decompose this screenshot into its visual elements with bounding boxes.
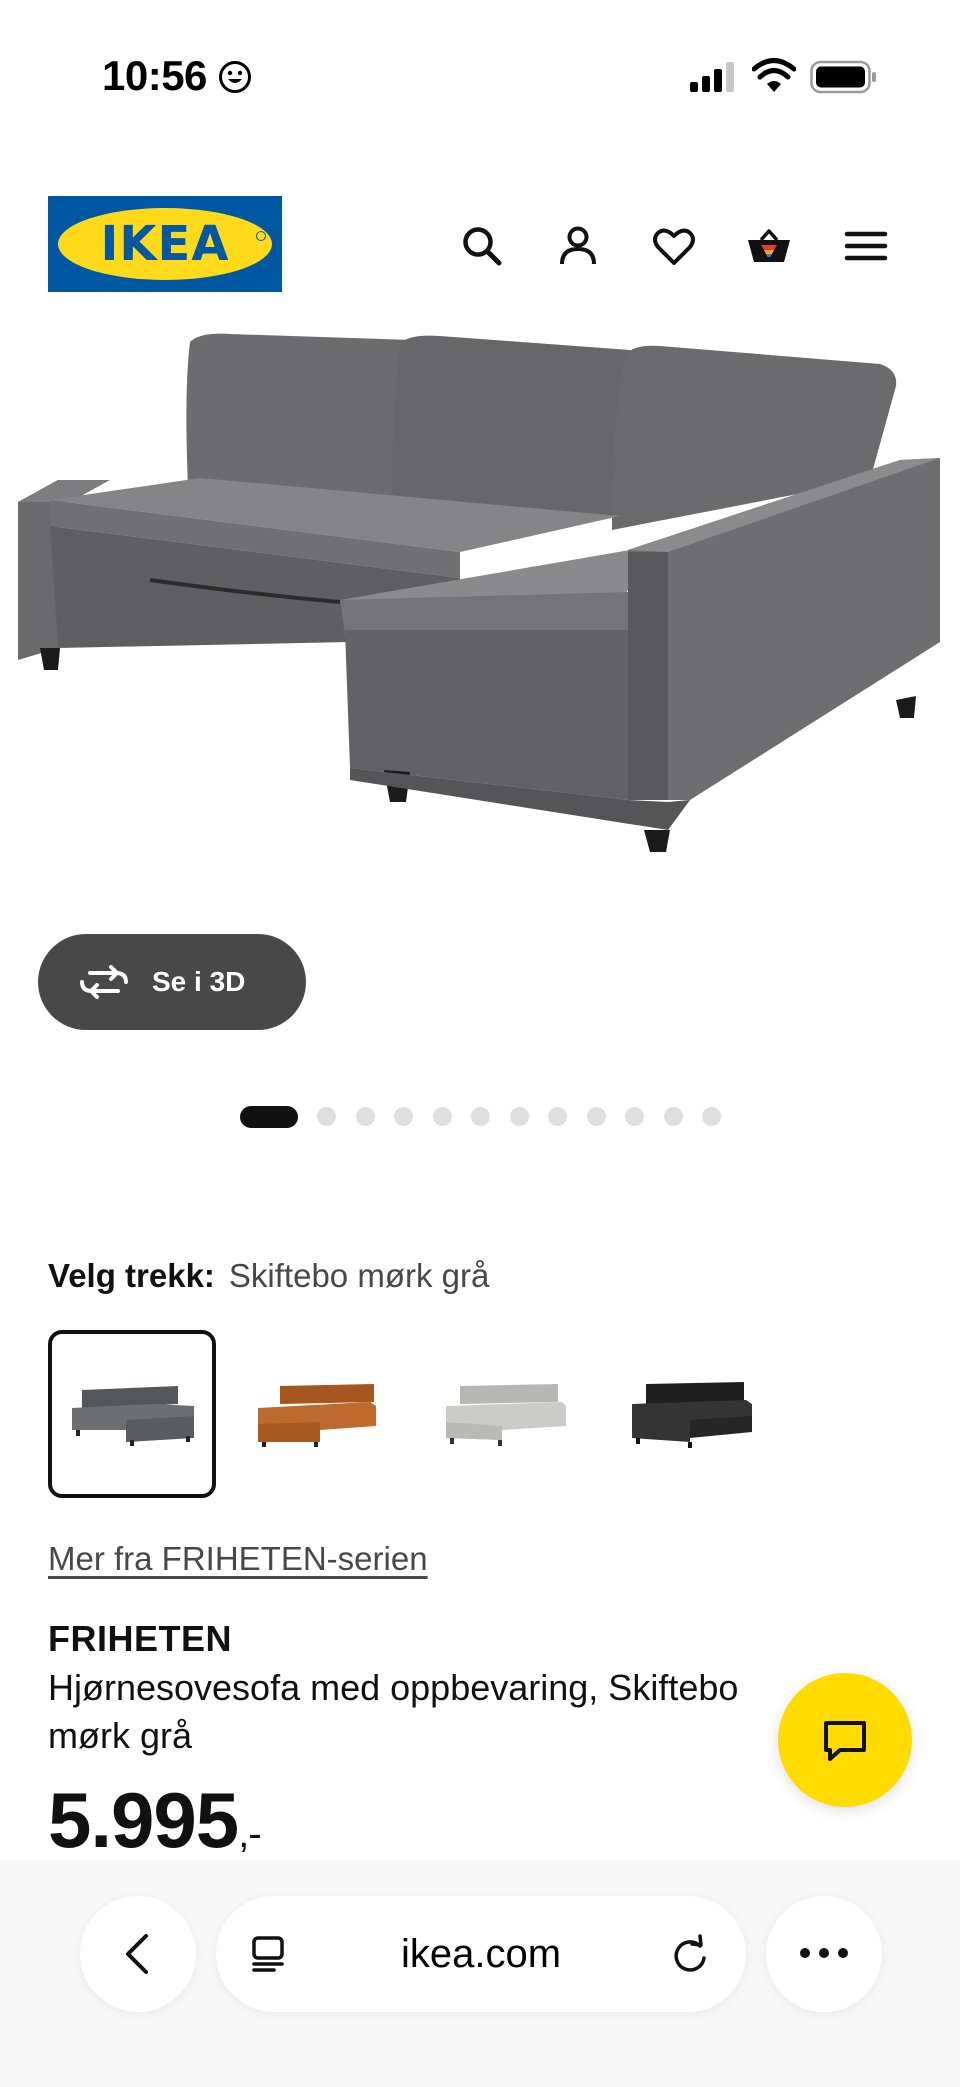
view-in-3d-label: Se i 3D bbox=[152, 966, 246, 997]
pagination-dot[interactable] bbox=[356, 1107, 375, 1126]
reload-icon[interactable] bbox=[670, 1934, 710, 1976]
variant-label-row: Velg trekk: Skiftebo mørk grå bbox=[48, 1256, 489, 1296]
chevron-left-icon bbox=[126, 1934, 148, 1974]
pagination-dot[interactable] bbox=[625, 1107, 644, 1126]
pagination-dot[interactable] bbox=[510, 1107, 529, 1126]
variant-swatch-orange[interactable] bbox=[236, 1330, 404, 1498]
product-description: Hjørnesovesofa med oppbevaring, Skiftebo… bbox=[48, 1667, 739, 1756]
sofa-thumbnail-black bbox=[632, 1382, 752, 1448]
registered-mark bbox=[256, 231, 266, 241]
gallery-pagination bbox=[240, 1104, 740, 1128]
pagination-dot[interactable] bbox=[548, 1107, 567, 1126]
variant-swatch-black[interactable] bbox=[612, 1330, 780, 1498]
pagination-dot[interactable] bbox=[394, 1107, 413, 1126]
variant-selected-value: Skiftebo mørk grå bbox=[228, 1257, 490, 1294]
sofa-thumbnail-dark-grey bbox=[72, 1386, 194, 1446]
browser-toolbar: ikea.com bbox=[0, 1860, 960, 2087]
series-link[interactable]: Mer fra FRIHETEN-serien bbox=[48, 1540, 428, 1578]
site-header: IKEA bbox=[0, 190, 960, 300]
status-time: 10:56 bbox=[102, 52, 207, 99]
menu-icon[interactable] bbox=[842, 222, 890, 270]
product-image[interactable] bbox=[0, 330, 960, 930]
rotate-3d-icon bbox=[80, 965, 128, 999]
battery-icon bbox=[810, 60, 876, 94]
ellipsis-icon bbox=[800, 1948, 848, 1958]
back-button[interactable] bbox=[80, 1896, 196, 2012]
smiley-face-icon bbox=[219, 61, 251, 93]
pagination-dot[interactable] bbox=[664, 1107, 683, 1126]
variant-swatch-light-grey[interactable] bbox=[424, 1330, 592, 1498]
variant-swatch-dark-grey[interactable] bbox=[48, 1330, 216, 1498]
wifi-icon bbox=[752, 58, 796, 92]
pagination-dot[interactable] bbox=[702, 1107, 721, 1126]
view-in-3d-button[interactable]: Se i 3D bbox=[38, 934, 306, 1030]
cart-icon[interactable] bbox=[745, 222, 793, 270]
url-text: ikea.com bbox=[400, 1932, 562, 1976]
chat-button[interactable] bbox=[778, 1673, 912, 1807]
address-bar[interactable]: ikea.com bbox=[216, 1896, 746, 2012]
ikea-logo[interactable]: IKEA bbox=[48, 196, 282, 292]
product-name: FRIHETEN bbox=[48, 1618, 232, 1659]
logo-text: IKEA bbox=[100, 216, 230, 272]
heart-icon[interactable] bbox=[650, 222, 698, 270]
cellular-signal-icon bbox=[690, 62, 734, 92]
status-bar: 10:56 bbox=[0, 0, 960, 150]
sofa-thumbnail-orange bbox=[258, 1384, 376, 1447]
variant-label: Velg trekk: bbox=[48, 1257, 215, 1294]
pagination-dot[interactable] bbox=[317, 1107, 336, 1126]
search-icon[interactable] bbox=[458, 222, 506, 270]
profile-icon[interactable] bbox=[554, 222, 602, 270]
pagination-dot[interactable] bbox=[471, 1107, 490, 1126]
price-suffix: ,- bbox=[238, 1812, 261, 1856]
pagination-dot-active[interactable] bbox=[240, 1106, 298, 1128]
pagination-dot[interactable] bbox=[587, 1107, 606, 1126]
sofa-thumbnail-light-grey bbox=[446, 1384, 566, 1446]
more-options-button[interactable] bbox=[766, 1896, 882, 2012]
price-amount: 5.995 bbox=[48, 1776, 239, 1864]
pagination-dot[interactable] bbox=[433, 1107, 452, 1126]
chat-icon bbox=[824, 1721, 866, 1761]
